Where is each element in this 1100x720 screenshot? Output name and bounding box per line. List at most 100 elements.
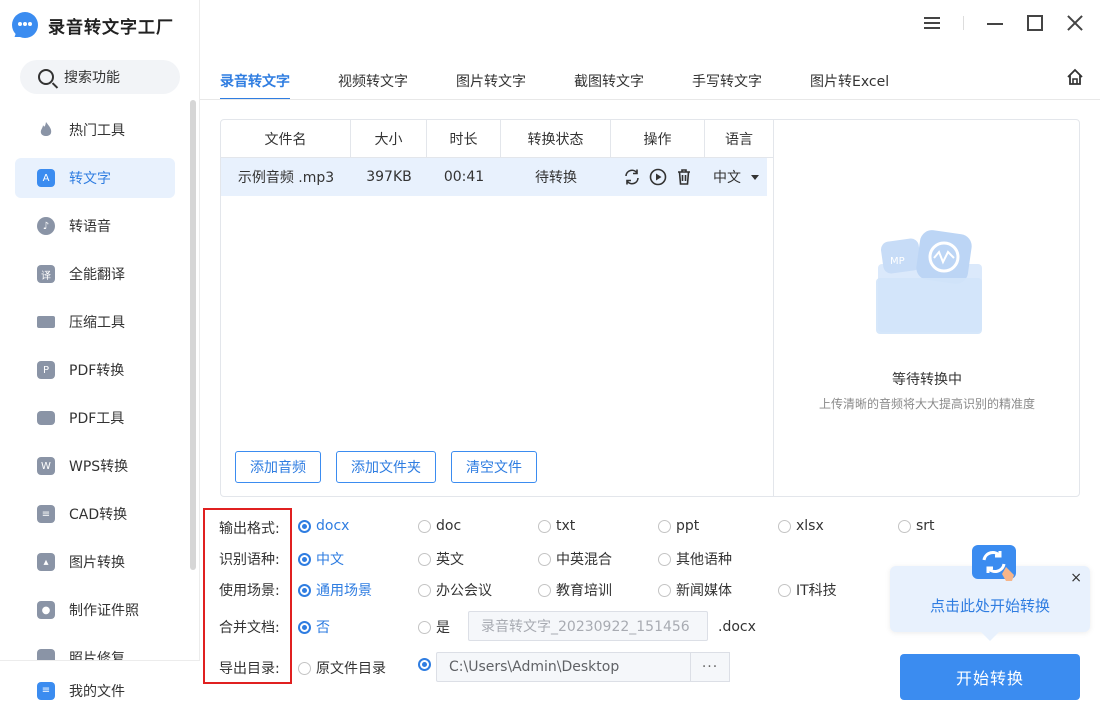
radio-icon: [538, 519, 551, 533]
scene-meeting-radio[interactable]: 办公会议: [418, 580, 492, 600]
radio-icon: [778, 519, 791, 533]
radio-label: 其他语种: [676, 552, 732, 568]
radio-label: 中英混合: [556, 552, 612, 568]
maximize-icon[interactable]: [1026, 14, 1044, 32]
add-folder-button[interactable]: 添加文件夹: [336, 451, 436, 483]
sidebar-item-hot-tools[interactable]: 热门工具: [15, 110, 175, 150]
sidebar-item-to-voice[interactable]: ♪ 转语音: [15, 206, 175, 246]
column-header-language: 语言: [725, 131, 753, 148]
pdf-convert-icon: P: [37, 361, 55, 379]
close-icon[interactable]: [1066, 14, 1084, 32]
sidebar-item-pdf-convert[interactable]: P PDF转换: [15, 350, 175, 390]
language-chinese-radio[interactable]: 中文: [298, 549, 344, 569]
export-original-dir-radio[interactable]: 原文件目录: [298, 658, 386, 678]
merged-filename-input[interactable]: 录音转文字_20230922_151456: [468, 611, 708, 641]
format-xlsx-radio[interactable]: xlsx: [778, 518, 824, 534]
tab-screenshot-to-text[interactable]: 截图转文字: [574, 64, 644, 100]
tab-handwriting-to-text[interactable]: 手写转文字: [692, 64, 762, 100]
browse-directory-button[interactable]: ···: [690, 652, 730, 682]
merge-yes-radio[interactable]: 是: [418, 617, 450, 637]
tab-image-to-text[interactable]: 图片转文字: [456, 64, 526, 100]
sidebar-item-image-convert[interactable]: ▴ 图片转换: [15, 542, 175, 582]
file-size: 397KB: [366, 169, 412, 185]
sidebar-item-to-text[interactable]: A 转文字: [15, 158, 175, 198]
file-panel: 文件名 大小 时长 转换状态 操作 语言 示例音频 .mp3 397KB 00:…: [220, 119, 1080, 497]
start-tip-text[interactable]: 点击此处开始转换: [890, 595, 1090, 616]
sidebar-item-label: PDF工具: [69, 411, 125, 427]
tip-arrow: [981, 632, 999, 641]
scene-general-radio[interactable]: 通用场景: [298, 580, 372, 600]
language-select[interactable]: 中文: [705, 158, 767, 196]
delete-icon[interactable]: [675, 168, 693, 186]
sidebar-item-label: 转文字: [69, 171, 111, 187]
divider: [963, 16, 964, 30]
tab-image-to-excel[interactable]: 图片转Excel: [810, 64, 889, 100]
sidebar-item-id-photo[interactable]: ● 制作证件照: [15, 590, 175, 630]
language-english-radio[interactable]: 英文: [418, 549, 464, 569]
add-audio-button[interactable]: 添加音频: [235, 451, 321, 483]
refresh-icon[interactable]: [623, 168, 641, 186]
format-srt-radio[interactable]: srt: [898, 518, 935, 534]
sidebar-scrollbar[interactable]: [190, 100, 196, 570]
export-path-input[interactable]: C:\Users\Admin\Desktop: [436, 652, 692, 682]
column-header-filename: 文件名: [221, 120, 351, 157]
minimize-icon[interactable]: [986, 14, 1004, 32]
table-row[interactable]: 示例音频 .mp3 397KB 00:41 待转换 中文: [221, 158, 767, 196]
scene-it-radio[interactable]: IT科技: [778, 580, 837, 600]
close-icon[interactable]: ×: [1070, 570, 1082, 586]
radio-selected-icon: [298, 620, 311, 634]
sidebar-item-my-files[interactable]: ≡ 我的文件: [0, 660, 200, 720]
file-duration: 00:41: [443, 169, 485, 185]
sidebar-item-compress[interactable]: 压缩工具: [15, 302, 175, 342]
table-header: 文件名 大小 时长 转换状态 操作 语言: [221, 120, 773, 158]
divider: [200, 99, 1100, 100]
sidebar-item-pdf-tools[interactable]: PDF工具: [15, 398, 175, 438]
radio-label: xlsx: [796, 518, 824, 534]
scene-education-radio[interactable]: 教育培训: [538, 580, 612, 600]
sidebar-item-label: 制作证件照: [69, 603, 139, 619]
image-icon: ▴: [37, 553, 55, 571]
merge-no-radio[interactable]: 否: [298, 617, 330, 637]
format-docx-radio[interactable]: docx: [298, 518, 349, 534]
sidebar-nav: 热门工具 A 转文字 ♪ 转语音 译 全能翻译 压缩工具 P PDF转换 PDF…: [15, 110, 175, 686]
radio-selected-icon: [418, 658, 431, 671]
file-icon: ≡: [37, 681, 55, 700]
radio-label: IT科技: [796, 583, 837, 599]
tab-audio-to-text[interactable]: 录音转文字: [220, 64, 290, 100]
cad-icon: ≡: [37, 505, 55, 523]
home-icon[interactable]: [1066, 68, 1084, 86]
radio-label: 中文: [316, 552, 344, 568]
radio-icon: [418, 583, 431, 597]
sidebar-item-wps-convert[interactable]: W WPS转换: [15, 446, 175, 486]
format-txt-radio[interactable]: txt: [538, 518, 575, 534]
language-other-radio[interactable]: 其他语种: [658, 549, 732, 569]
search-function-button[interactable]: 搜索功能: [20, 60, 180, 94]
play-icon[interactable]: [649, 168, 667, 186]
format-ppt-radio[interactable]: ppt: [658, 518, 699, 534]
output-format-label: 输出格式:: [219, 521, 280, 537]
radio-label: 通用场景: [316, 583, 372, 599]
sidebar-item-translate[interactable]: 译 全能翻译: [15, 254, 175, 294]
menu-icon[interactable]: [923, 14, 941, 32]
sidebar-item-label: 热门工具: [69, 123, 125, 139]
chat-bubble-icon: [12, 12, 38, 38]
scene-news-radio[interactable]: 新闻媒体: [658, 580, 732, 600]
toolbox-icon: [37, 411, 55, 425]
app-title: 录音转文字工厂: [48, 17, 174, 38]
sidebar-item-cad-convert[interactable]: ≡ CAD转换: [15, 494, 175, 534]
export-custom-dir-radio[interactable]: [418, 658, 431, 671]
radio-icon: [658, 583, 671, 597]
clear-files-button[interactable]: 清空文件: [451, 451, 537, 483]
format-doc-radio[interactable]: doc: [418, 518, 461, 534]
radio-icon: [298, 661, 311, 675]
radio-label: 办公会议: [436, 583, 492, 599]
tab-video-to-text[interactable]: 视频转文字: [338, 64, 408, 100]
start-conversion-button[interactable]: 开始转换: [900, 654, 1080, 700]
merge-document-label: 合并文档:: [219, 620, 280, 636]
flame-icon: [40, 122, 52, 136]
translate-icon: 译: [37, 265, 55, 283]
sidebar-item-label: 转语音: [69, 219, 111, 235]
language-mixed-radio[interactable]: 中英混合: [538, 549, 612, 569]
voice-icon: ♪: [37, 217, 55, 235]
id-photo-icon: ●: [37, 601, 55, 619]
